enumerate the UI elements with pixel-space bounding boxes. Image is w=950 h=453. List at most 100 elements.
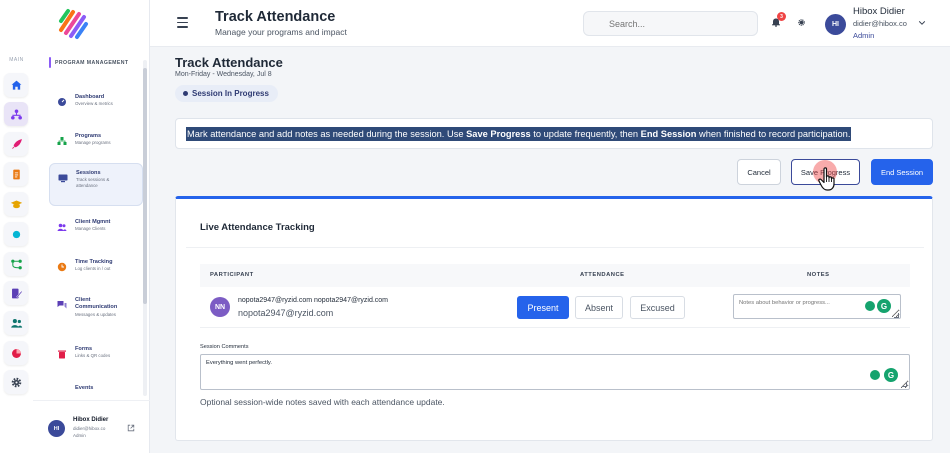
sidebar-item-time-tracking[interactable]: Time Tracking Log clients in / out [49, 253, 143, 278]
sidebar-item-title: Client [75, 297, 91, 303]
sidebar-item-title: Forms [75, 346, 93, 352]
column-notes: NOTES [807, 272, 830, 278]
grammar-check-icon[interactable] [870, 370, 880, 380]
sidebar-item-forms[interactable]: Forms Links & QR codes [49, 340, 143, 365]
trash-icon [58, 350, 66, 359]
sidebar-item-subtitle: Links & QR codes [75, 353, 111, 359]
graduation-cap-icon [10, 199, 22, 208]
session-comments-field[interactable]: Everything went perfectly. [200, 354, 910, 390]
section-title-accent [49, 57, 51, 68]
avatar: HI [48, 420, 65, 437]
column-participant: PARTICIPANT [210, 272, 254, 278]
chevron-down-icon[interactable] [918, 19, 926, 27]
rail-edit-button[interactable] [4, 281, 28, 305]
present-button[interactable]: Present [517, 296, 569, 319]
rocket-icon [11, 138, 22, 149]
gear-icon [11, 377, 21, 387]
rail-settings-button[interactable] [4, 370, 28, 394]
rail-launch-button[interactable] [4, 132, 28, 156]
sitemap-icon [57, 137, 67, 145]
end-session-button[interactable]: End Session [871, 159, 933, 185]
sidebar-item-dashboard[interactable]: Dashboard Overview & metrics [49, 88, 143, 113]
calendar-icon [57, 388, 67, 395]
document-icon [12, 169, 20, 179]
rail-status-button[interactable] [4, 222, 28, 246]
icon-rail: MAIN [0, 0, 33, 453]
rail-flow-button[interactable] [4, 252, 28, 276]
column-attendance: ATTENDANCE [580, 272, 625, 278]
external-link-icon[interactable] [127, 424, 135, 432]
sidebar-item-subtitle: Manage programs [75, 140, 111, 146]
header-user-role: Admin [853, 31, 875, 40]
grammar-check-icon[interactable] [865, 301, 875, 311]
session-comments-label: Session Comments [200, 344, 249, 350]
participant-email: nopota2947@ryzid.com [238, 308, 334, 318]
sidebar-item-title: Client Mgmnt [75, 219, 111, 225]
sidebar-item-events[interactable]: Events [49, 379, 143, 395]
session-schedule: Mon-Friday - Wednesday, Jul 8 [175, 71, 272, 78]
header-user-email: didier@hibox.co [853, 19, 907, 28]
hierarchy-icon [10, 108, 22, 120]
dashboard-icon [58, 98, 66, 106]
avatar[interactable]: HI [825, 14, 846, 35]
rail-documents-button[interactable] [4, 162, 28, 186]
card-divider [186, 247, 924, 248]
sidebar-scrollbar[interactable] [143, 60, 147, 396]
excused-button[interactable]: Excused [630, 296, 685, 319]
sidebar-item-subtitle-2: attendance [76, 183, 98, 189]
sidebar-item-subtitle: Log clients in / out [75, 266, 111, 272]
rail-users-button[interactable] [4, 311, 28, 335]
rail-label: MAIN [9, 57, 24, 63]
pie-chart-icon [11, 348, 21, 358]
sidebar-user-name: Hibox Didier [73, 417, 109, 423]
session-comments-help: Optional session-wide notes saved with e… [200, 397, 445, 407]
app-logo-icon [59, 9, 88, 39]
header-subtitle: Manage your programs and impact [215, 27, 347, 37]
cancel-button[interactable]: Cancel [737, 159, 781, 185]
hand-cursor-icon [818, 167, 835, 191]
absent-button[interactable]: Absent [575, 296, 623, 319]
header-user-name: Hibox Didier [853, 6, 905, 17]
sidebar-item-client-mgmnt[interactable]: Client Mgmnt Manage Clients [49, 213, 143, 238]
resize-handle[interactable] [894, 313, 899, 318]
sidebar-user: HI Hibox Didier didier@hibox.co Admin [33, 400, 150, 453]
sidebar-item-client-communication[interactable]: Client Communication Messages & updates [49, 291, 143, 324]
section-title: PROGRAM MANAGEMENT [49, 57, 128, 68]
rail-reports-button[interactable] [4, 341, 28, 365]
sidebar-item-title-2: Communication [75, 304, 118, 311]
sidebar-item-title: Programs [75, 133, 102, 139]
chat-icon [57, 301, 67, 309]
resize-handle[interactable] [902, 382, 907, 387]
rail-programs-button[interactable] [4, 102, 28, 126]
sidebar-item-title: Events [75, 385, 94, 391]
status-dot [183, 91, 188, 96]
home-icon [11, 80, 21, 90]
rail-home-button[interactable] [4, 73, 28, 97]
sidebar-user-email: didier@hibox.co [73, 426, 106, 431]
notes-field[interactable] [733, 294, 901, 319]
sidebar-item-subtitle: Overview & metrics [75, 101, 113, 107]
sidebar-item-sessions[interactable]: Sessions Track sessions & attendance [49, 163, 143, 206]
circle-icon [12, 230, 20, 238]
theme-toggle-icon[interactable] [797, 18, 806, 27]
sidebar-scrollbar-thumb[interactable] [143, 68, 147, 304]
sidebar-item-programs[interactable]: Programs Manage programs [49, 127, 143, 152]
sidebar-user-role: Admin [73, 433, 86, 438]
header: Track Attendance Manage your programs an… [150, 0, 950, 47]
page-title: Track Attendance [175, 55, 283, 70]
table-header: PARTICIPANT ATTENDANCE NOTES [200, 264, 910, 287]
grammarly-icon[interactable]: G [884, 368, 898, 382]
sidebar-item-title: Time Tracking [75, 259, 113, 265]
status-text: Session In Progress [192, 89, 269, 98]
rail-training-button[interactable] [4, 192, 28, 216]
table-row: NN nopota2947@ryzid.com nopota2947@ryzid… [200, 288, 910, 328]
menu-icon[interactable] [177, 17, 188, 29]
sidebar-item-subtitle: Messages & updates [75, 311, 117, 317]
users-icon [57, 223, 67, 231]
sidebar-item-title: Dashboard [75, 94, 105, 100]
info-text: Mark attendance and add notes as needed … [186, 126, 852, 141]
grammarly-icon[interactable]: G [877, 299, 891, 313]
search-input[interactable] [583, 11, 758, 36]
sidebar-item-title: Sessions [76, 170, 101, 176]
sidebar: PROGRAM MANAGEMENT Dashboard Overview & m… [33, 0, 150, 453]
